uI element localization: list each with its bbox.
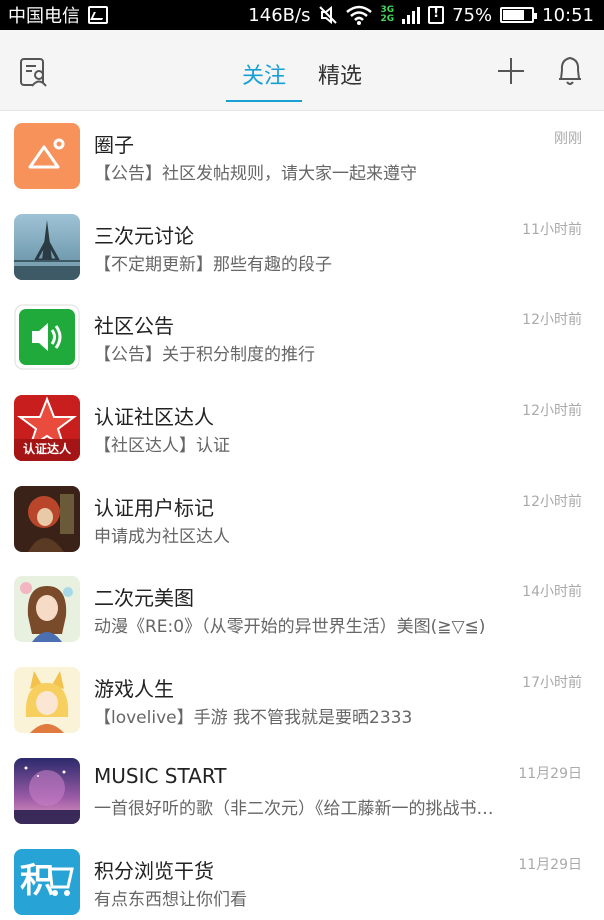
speaker-icon	[14, 304, 80, 370]
add-icon[interactable]	[496, 56, 526, 86]
anime-girl-avatar	[14, 576, 80, 643]
item-time: 刚刚	[554, 131, 582, 147]
network-type-label: 3G 2G	[380, 5, 395, 24]
battery-fill	[503, 10, 525, 20]
list-item[interactable]: 三次元讨论 【不定期更新】那些有趣的段子 11小时前	[0, 202, 604, 293]
tab-following-label: 关注	[241, 64, 286, 89]
item-title: 社区公告	[94, 314, 174, 339]
bell-icon[interactable]	[556, 54, 584, 88]
active-tab-indicator	[225, 100, 302, 102]
status-bar: 中国电信 146B/s 3G 2G 75% 10:51	[0, 0, 604, 30]
star-badge-icon: 认证达人	[14, 395, 80, 462]
item-time: 14小时前	[522, 584, 582, 601]
avatar-caption: 认证达人	[22, 442, 71, 457]
list-item[interactable]: 二次元美图 动漫《RE:0》（从零开始的异世界生活）美图(≧▽≦) 14小时前	[0, 564, 604, 655]
item-time: 11月29日	[518, 856, 582, 873]
carrier-label: 中国电信	[8, 6, 80, 27]
wifi-icon	[346, 5, 373, 25]
item-time: 12小时前	[522, 312, 582, 329]
item-title: 圈子	[94, 133, 134, 157]
item-subtitle: 动漫《RE:0》（从零开始的异世界生活）美图(≧▽≦)	[94, 617, 486, 638]
item-time: 17小时前	[522, 675, 582, 692]
tab-featured[interactable]: 精选	[318, 30, 362, 111]
avatar-glyph: 积	[20, 860, 54, 901]
item-subtitle: 【lovelive】手游 我不管我就是要晒2333	[94, 708, 413, 729]
list-item[interactable]: 社区公告 【公告】关于积分制度的推行 12小时前	[0, 292, 604, 383]
clock: 10:51	[542, 4, 594, 26]
item-subtitle: 【公告】关于积分制度的推行	[94, 345, 315, 366]
signal-icon	[402, 6, 421, 24]
item-title: 三次元讨论	[94, 223, 194, 248]
item-subtitle: 【社区达人】认证	[94, 436, 230, 457]
item-subtitle: 一首很好听的歌（非二次元）《给工藤新一的挑战书…	[94, 798, 494, 819]
list-item[interactable]: 积 积分浏览干货 有点东西想让你们看 11月29日	[0, 837, 604, 920]
mute-icon	[319, 5, 338, 25]
anime-character-avatar	[14, 485, 80, 552]
app-header: 关注 精选	[0, 30, 604, 111]
battery-percent: 75%	[452, 4, 493, 26]
eiffel-tower-photo	[14, 213, 80, 280]
list-item[interactable]: 认证用户标记 申请成为社区达人 12小时前	[0, 474, 604, 565]
circle-list: 圈子 【公告】社区发帖规则，请大家一起来遵守 刚刚 三次元讨论 【不定期更新】那…	[0, 111, 604, 920]
item-subtitle: 有点东西想让你们看	[94, 889, 247, 910]
item-title: 二次元美图	[94, 586, 194, 611]
list-item[interactable]: 认证达人 认证社区达人 【社区达人】认证 12小时前	[0, 383, 604, 474]
tab-featured-label: 精选	[318, 64, 363, 89]
item-title: 游戏人生	[94, 677, 174, 702]
fox-girl-avatar	[14, 667, 80, 734]
item-subtitle: 申请成为社区达人	[94, 526, 230, 547]
item-title: MUSIC START	[94, 763, 227, 788]
item-subtitle: 【不定期更新】那些有趣的段子	[94, 254, 332, 275]
item-subtitle: 【公告】社区发帖规则，请大家一起来遵守	[94, 164, 417, 184]
points-cart-icon: 积	[14, 848, 80, 915]
list-item[interactable]: 圈子 【公告】社区发帖规则，请大家一起来遵守 刚刚	[0, 111, 604, 202]
item-time: 12小时前	[522, 403, 582, 420]
battery-icon	[500, 7, 538, 23]
item-title: 认证用户标记	[94, 495, 214, 520]
net-speed: 146B/s	[248, 4, 311, 26]
gallery-notification-icon	[88, 6, 108, 24]
photo-placeholder-icon	[14, 123, 80, 189]
list-item[interactable]: 游戏人生 【lovelive】手游 我不管我就是要晒2333 17小时前	[0, 655, 604, 746]
list-item[interactable]: MUSIC START 一首很好听的歌（非二次元）《给工藤新一的挑战书… 11月…	[0, 746, 604, 837]
tab-following[interactable]: 关注	[225, 30, 302, 111]
sd-card-alert-icon	[428, 6, 445, 24]
item-time: 12小时前	[522, 493, 582, 510]
item-time: 11月29日	[518, 765, 582, 782]
item-title: 认证社区达人	[94, 405, 214, 430]
galaxy-scene-avatar	[14, 757, 80, 824]
item-title: 积分浏览干货	[94, 858, 214, 883]
item-time: 11小时前	[522, 221, 582, 238]
